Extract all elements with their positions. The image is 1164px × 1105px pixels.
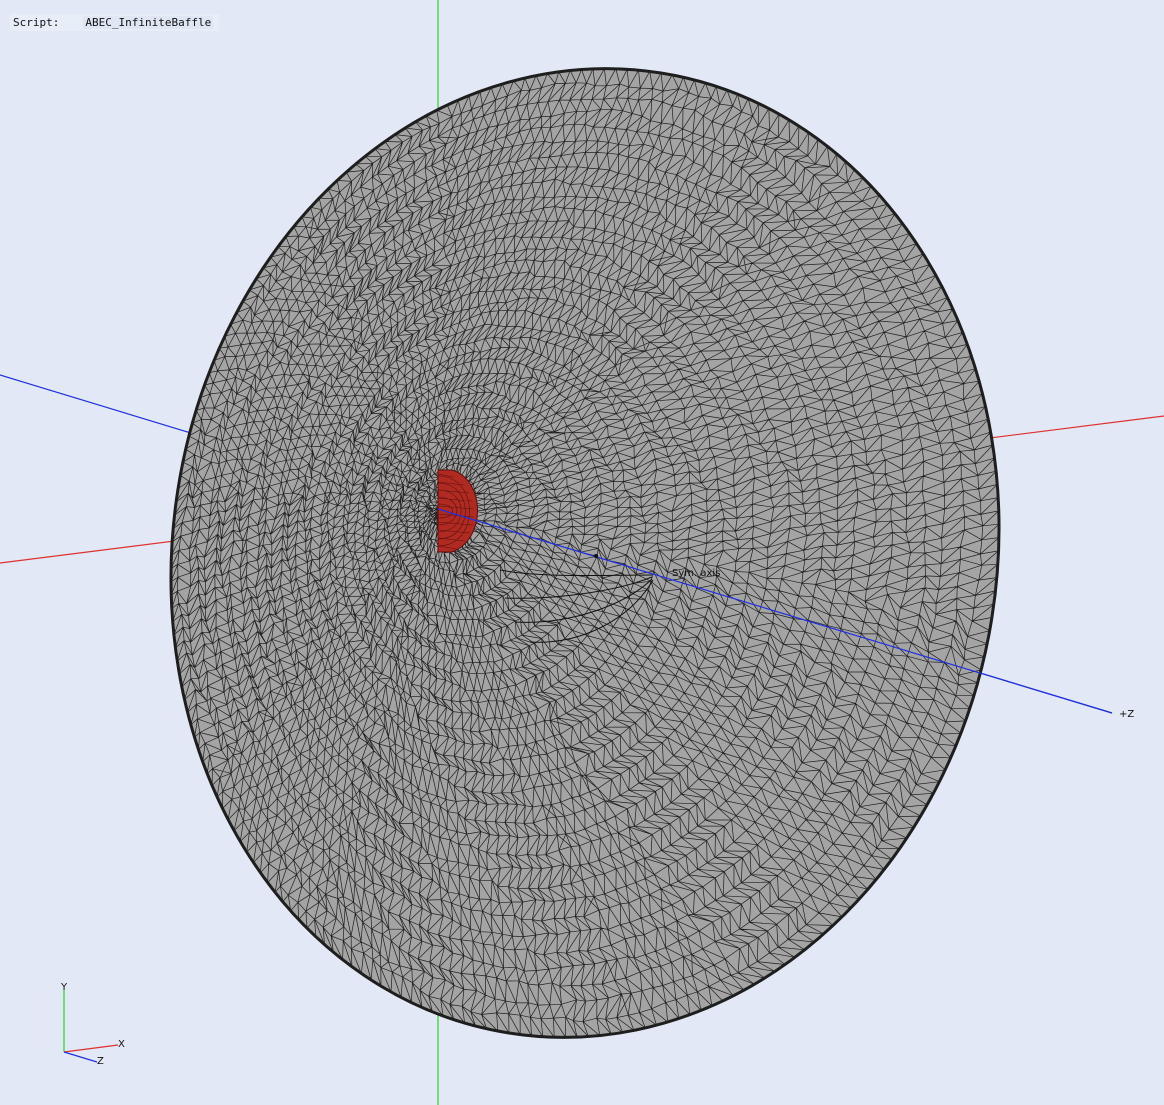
z-plus-label: +Z xyxy=(1119,709,1134,720)
triad-x-axis xyxy=(63,1044,119,1053)
symmetry-axis-label: Sym. axis xyxy=(672,568,720,579)
orientation-triad: Y X Z xyxy=(60,982,125,1067)
script-key: Script: xyxy=(13,16,60,29)
script-name: ABEC_InfiniteBaffle xyxy=(83,16,214,29)
triad-x-label: X xyxy=(118,1039,125,1050)
3d-viewport[interactable]: +Z Sym. axis Y X Z xyxy=(0,0,1164,1105)
triad-z-axis xyxy=(63,1051,98,1063)
triad-y-label: Y xyxy=(60,982,68,993)
script-indicator: Script: ABEC_InfiniteBaffle xyxy=(10,14,220,31)
triad-z-label: Z xyxy=(97,1056,104,1067)
